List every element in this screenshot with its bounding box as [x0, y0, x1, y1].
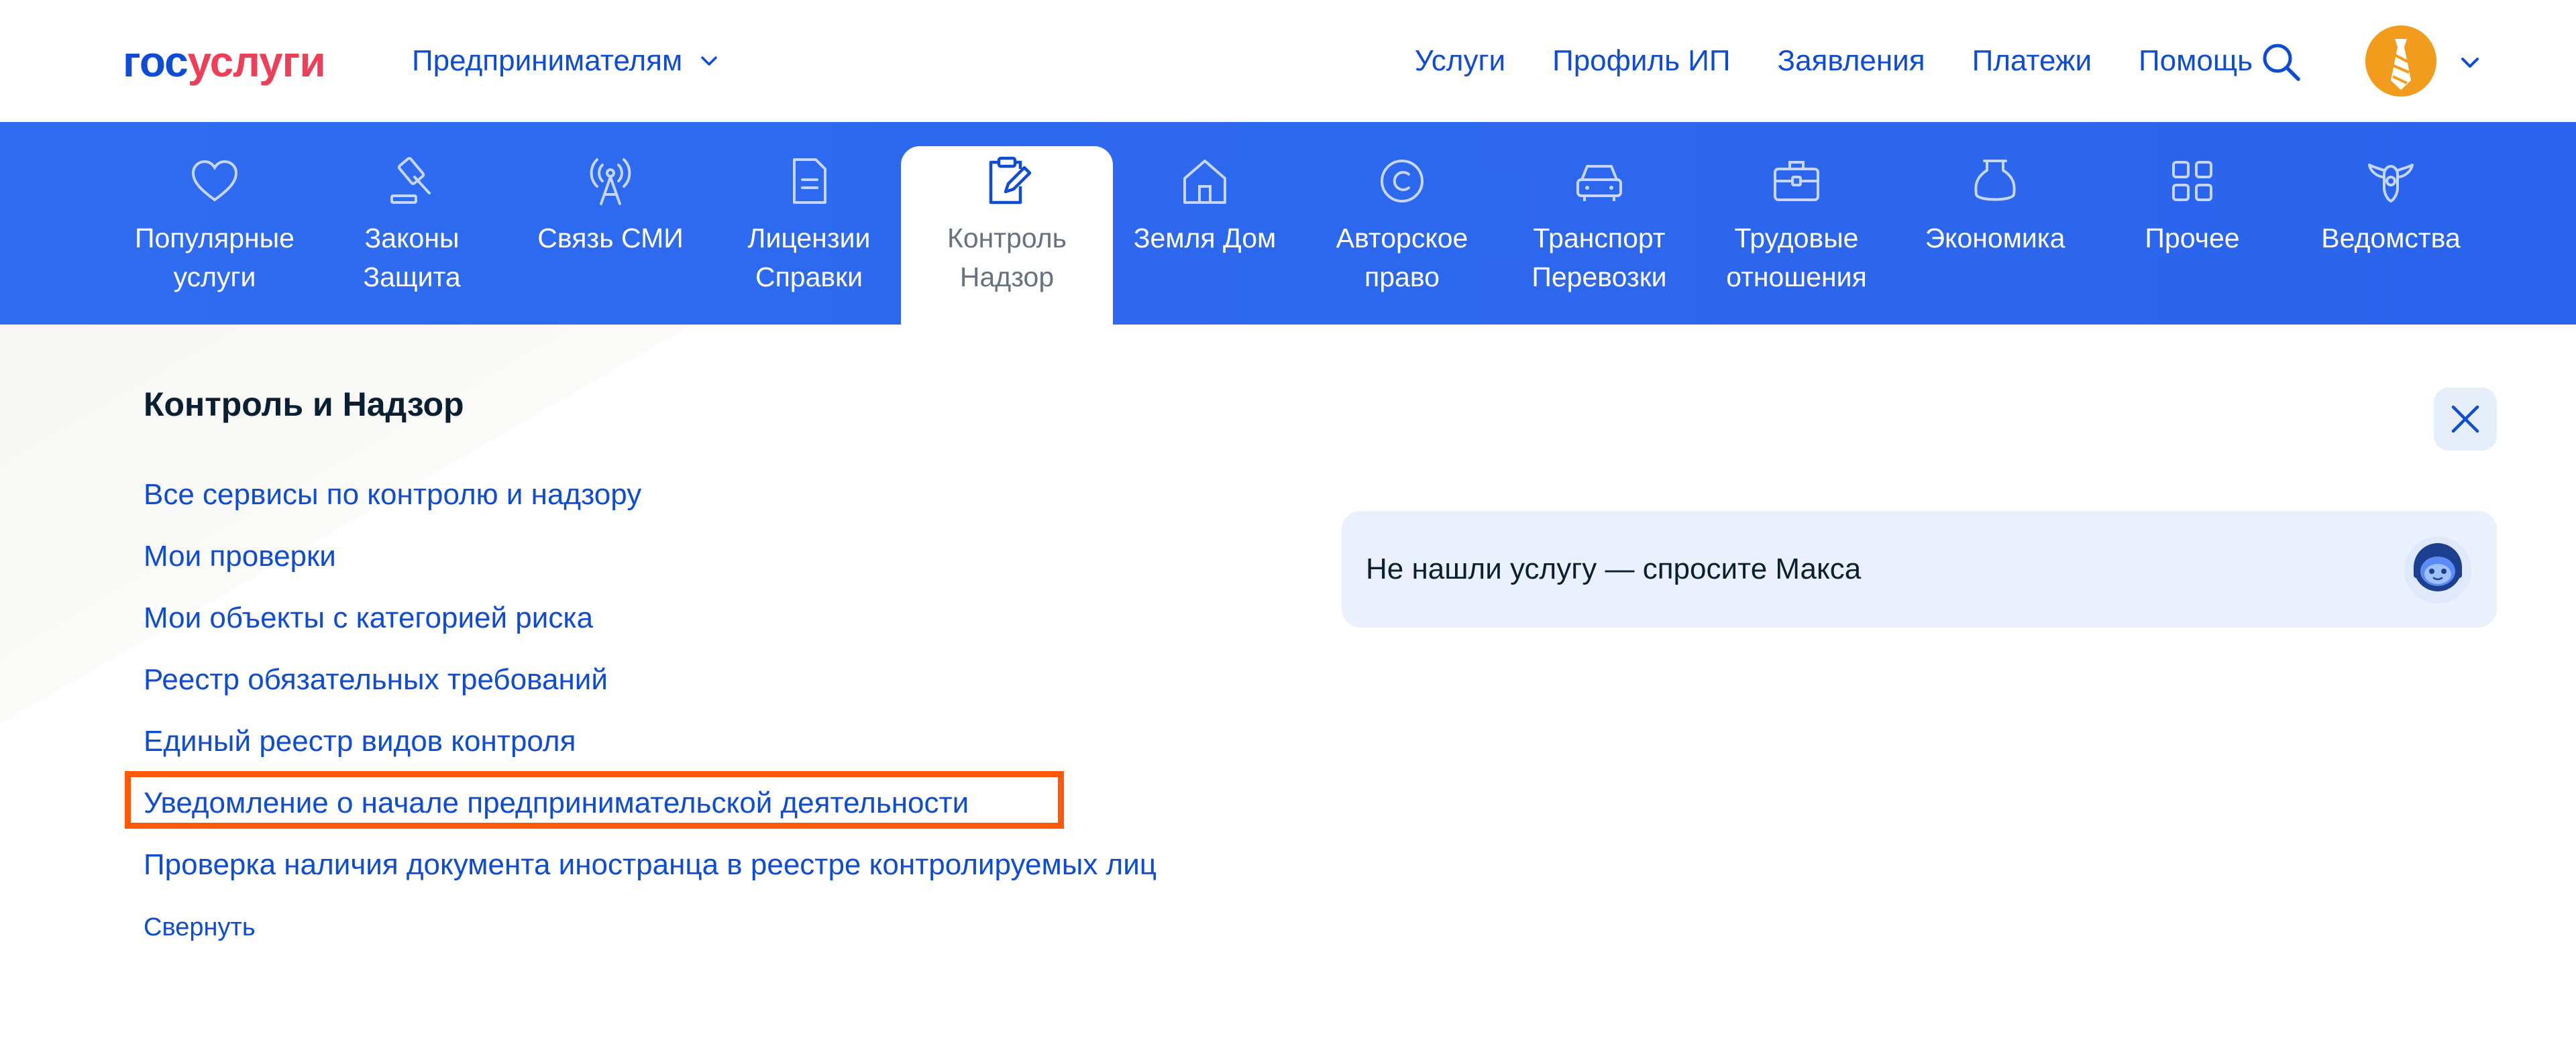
- category-media[interactable]: Связь СМИ: [510, 146, 711, 325]
- user-menu-chevron-icon[interactable]: [2455, 48, 2485, 78]
- category-label: Транспорт Перевозки: [1532, 223, 1667, 292]
- nav-help[interactable]: Помощь: [2139, 44, 2253, 78]
- panel-title: Контроль и Надзор: [144, 386, 464, 423]
- gosuslugi-logo[interactable]: госуслуги: [123, 35, 326, 89]
- nav-applications[interactable]: Заявления: [1778, 44, 1925, 78]
- category-label: Экономика: [1925, 223, 2065, 253]
- category-laws[interactable]: Законы Защита: [311, 146, 513, 325]
- user-avatar[interactable]: [2365, 25, 2436, 97]
- audience-label: Предпринимателям: [412, 44, 683, 77]
- wallet-icon: [1974, 160, 2016, 201]
- service-links: Все сервисы по контролю и надзору Мои пр…: [144, 464, 1157, 896]
- link-risk-objects[interactable]: Мои объекты с категорией риска: [144, 587, 1157, 649]
- logo-part-gos: гос: [123, 38, 189, 86]
- top-navigation: Услуги Профиль ИП Заявления Платежи Помо…: [1415, 40, 2253, 82]
- document-icon: [793, 158, 826, 204]
- link-my-inspections[interactable]: Мои проверки: [144, 526, 1157, 587]
- search-icon[interactable]: [2259, 40, 2302, 83]
- category-panel: Контроль и Надзор Все сервисы по контрол…: [0, 325, 2576, 1046]
- category-agencies[interactable]: Ведомства: [2290, 146, 2491, 325]
- chevron-down-icon: [701, 56, 717, 66]
- close-button[interactable]: [2434, 388, 2497, 451]
- category-land[interactable]: Земля Дом: [1104, 146, 1305, 325]
- category-bar: Популярные услуги Законы Защита Связь СМ…: [0, 122, 2576, 325]
- audience-selector[interactable]: Предпринимателям: [412, 40, 722, 82]
- car-icon: [1576, 165, 1622, 201]
- category-licenses[interactable]: Лицензии Справки: [708, 146, 910, 325]
- category-label: Связь СМИ: [537, 223, 684, 253]
- logo-part-uslugi: услуги: [187, 38, 326, 86]
- ask-max-text: Не нашли услугу — спросите Макса: [1366, 553, 1862, 585]
- link-control-types-registry[interactable]: Единый реестр видов контроля: [144, 711, 1157, 772]
- category-label: Контроль Надзор: [947, 223, 1067, 292]
- nav-services[interactable]: Услуги: [1415, 44, 1505, 78]
- robot-assistant-icon: [2404, 536, 2471, 603]
- nav-profile-ip[interactable]: Профиль ИП: [1552, 44, 1730, 78]
- category-transport[interactable]: Транспорт Перевозки: [1499, 146, 1700, 325]
- close-icon: [2451, 405, 2479, 433]
- antenna-icon: [590, 158, 631, 205]
- category-label: Авторское право: [1336, 223, 1468, 292]
- collapse-link[interactable]: Свернуть: [144, 913, 256, 942]
- category-economy[interactable]: Экономика: [1894, 146, 2096, 325]
- category-labor[interactable]: Трудовые отношения: [1696, 146, 1897, 325]
- category-control-active[interactable]: Контроль Надзор: [901, 146, 1113, 325]
- category-popular[interactable]: Популярные услуги: [114, 146, 315, 325]
- link-foreigner-document-check[interactable]: Проверка наличия документа иностранца в …: [144, 834, 1157, 896]
- ask-max-banner[interactable]: Не нашли услугу — спросите Макса: [1342, 511, 2497, 628]
- category-label: Прочее: [2145, 223, 2240, 253]
- category-label: Популярные услуги: [135, 223, 294, 292]
- gavel-icon: [390, 157, 431, 204]
- category-other[interactable]: Прочее: [2092, 146, 2293, 325]
- category-copyright[interactable]: Авторское право: [1301, 146, 1503, 325]
- house-icon: [1183, 160, 1226, 204]
- category-label: Законы Защита: [363, 223, 461, 292]
- copyright-icon: [1381, 160, 1424, 202]
- grid-icon: [2172, 161, 2212, 201]
- nav-payments[interactable]: Платежи: [1972, 44, 2092, 78]
- category-label: Трудовые отношения: [1726, 223, 1867, 292]
- emblem-icon: [2368, 164, 2414, 203]
- link-all-control-services[interactable]: Все сервисы по контролю и надзору: [144, 464, 1157, 526]
- clipboard-edit-icon: [989, 156, 1032, 205]
- category-label: Лицензии Справки: [747, 223, 871, 292]
- site-header: госуслуги Предпринимателям Услуги Профил…: [0, 0, 2576, 122]
- link-mandatory-requirements-registry[interactable]: Реестр обязательных требований: [144, 649, 1157, 711]
- tie-avatar-icon: [2365, 25, 2436, 97]
- category-label: Земля Дом: [1133, 223, 1277, 253]
- briefcase-icon: [1774, 161, 1819, 201]
- highlight-annotation: [125, 771, 1064, 829]
- heart-icon: [191, 160, 238, 202]
- category-label: Ведомства: [2321, 223, 2461, 253]
